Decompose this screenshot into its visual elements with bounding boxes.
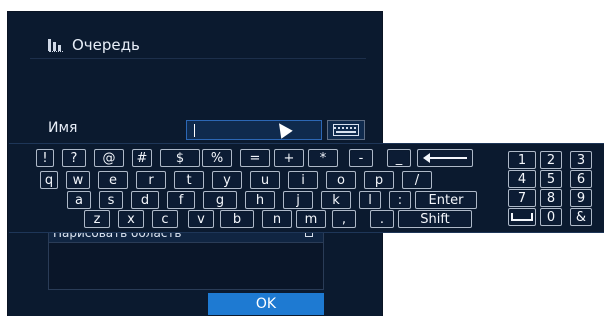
- key[interactable]: y: [212, 171, 242, 189]
- space-key[interactable]: [508, 208, 536, 226]
- key[interactable]: e: [98, 171, 128, 189]
- key[interactable]: 3: [570, 151, 592, 169]
- key[interactable]: 4: [508, 170, 536, 188]
- key[interactable]: 7: [508, 189, 536, 207]
- key[interactable]: @: [94, 149, 124, 167]
- key[interactable]: t: [174, 171, 204, 189]
- key[interactable]: o: [326, 171, 356, 189]
- key[interactable]: d: [131, 191, 159, 209]
- key[interactable]: #: [132, 149, 152, 167]
- key[interactable]: h: [245, 191, 275, 209]
- shift-key[interactable]: Shift: [398, 210, 472, 228]
- key[interactable]: &: [570, 208, 592, 226]
- key[interactable]: v: [188, 210, 214, 228]
- key[interactable]: %: [202, 149, 232, 167]
- key[interactable]: ,: [332, 210, 356, 228]
- key[interactable]: ?: [62, 149, 86, 167]
- key[interactable]: +: [274, 149, 304, 167]
- key[interactable]: 0: [540, 208, 562, 226]
- key[interactable]: r: [136, 171, 166, 189]
- key[interactable]: k: [321, 191, 351, 209]
- key[interactable]: i: [288, 171, 318, 189]
- key[interactable]: b: [220, 210, 254, 228]
- keyboard-icon: [333, 124, 359, 136]
- key[interactable]: 5: [540, 170, 562, 188]
- key[interactable]: q: [40, 171, 58, 189]
- queue-icon: [48, 37, 64, 53]
- key[interactable]: f: [167, 191, 195, 209]
- key[interactable]: =: [240, 149, 270, 167]
- key[interactable]: s: [99, 191, 123, 209]
- key[interactable]: l: [359, 191, 381, 209]
- key[interactable]: _: [387, 149, 411, 167]
- enter-key[interactable]: Enter: [415, 191, 477, 209]
- key[interactable]: 6: [570, 170, 592, 188]
- key[interactable]: z: [84, 210, 110, 228]
- key[interactable]: /: [402, 171, 432, 189]
- key[interactable]: c: [152, 210, 178, 228]
- key[interactable]: j: [283, 191, 313, 209]
- key[interactable]: x: [118, 210, 144, 228]
- key[interactable]: a: [67, 191, 91, 209]
- text-caret: [194, 124, 195, 137]
- key[interactable]: $: [160, 149, 200, 167]
- key[interactable]: -: [349, 149, 373, 167]
- dialog-title: Очередь: [72, 36, 140, 54]
- key[interactable]: g: [203, 191, 237, 209]
- name-input[interactable]: [186, 120, 322, 140]
- key[interactable]: 2: [540, 151, 562, 169]
- backspace-key[interactable]: [417, 149, 473, 167]
- space-icon: [511, 213, 533, 221]
- key[interactable]: u: [250, 171, 280, 189]
- key[interactable]: m: [296, 210, 326, 228]
- key[interactable]: 9: [570, 189, 592, 207]
- dialog-header: Очередь: [48, 34, 140, 56]
- key[interactable]: n: [262, 210, 292, 228]
- backspace-icon: [423, 153, 467, 163]
- key[interactable]: *: [308, 149, 338, 167]
- ok-button[interactable]: OK: [208, 293, 324, 315]
- key[interactable]: w: [66, 171, 90, 189]
- key[interactable]: 1: [508, 151, 536, 169]
- key[interactable]: p: [364, 171, 394, 189]
- key[interactable]: .: [370, 210, 394, 228]
- keyboard-toggle-button[interactable]: [327, 120, 365, 140]
- virtual-keyboard: ! ? @ # $ % = + * - _ q w e r t y u i o …: [9, 143, 604, 233]
- key[interactable]: 8: [540, 189, 562, 207]
- key[interactable]: :: [389, 191, 411, 209]
- name-label: Имя: [48, 120, 78, 136]
- key[interactable]: !: [36, 149, 54, 167]
- header-divider: [30, 58, 366, 59]
